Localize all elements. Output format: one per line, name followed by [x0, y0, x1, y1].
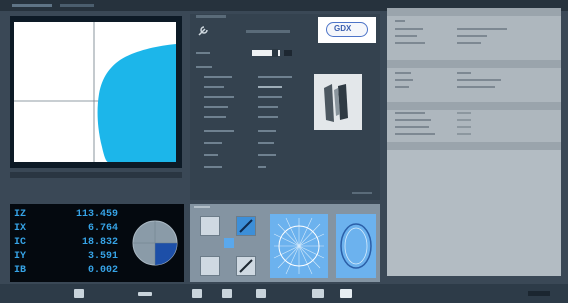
param-value-9[interactable]: [258, 166, 266, 168]
simulation-canvas[interactable]: [14, 22, 176, 162]
param-label-8: [204, 154, 218, 156]
bottom-toolbar: [0, 284, 568, 303]
tool-button-5[interactable]: [236, 256, 256, 276]
param-value-8[interactable]: [258, 154, 276, 156]
axis-value: 18.832: [81, 237, 118, 248]
tool-pattern-circle[interactable]: [336, 214, 376, 278]
section-label: [196, 66, 212, 68]
prop-label-6: [395, 86, 409, 88]
prop-empty-area: [387, 150, 561, 276]
axis-value: 6.764: [87, 223, 118, 234]
param-label-3: [204, 96, 234, 98]
tool-preview-image: [314, 74, 362, 130]
param-label-4: [204, 106, 228, 108]
brand-logo-text: GDX: [334, 24, 352, 33]
view-status-strip: [10, 172, 182, 178]
prop-label-2: [395, 35, 417, 37]
prop-label-3: [395, 42, 425, 44]
panel-title-bar: [196, 15, 226, 18]
prop-label-1: [395, 28, 423, 30]
prop-value-1[interactable]: [457, 28, 507, 30]
tool-icon[interactable]: [74, 289, 84, 298]
param-value-3[interactable]: [258, 96, 282, 98]
panel-footer-text: [352, 192, 372, 194]
axis-label: IY: [14, 251, 27, 262]
wrench-icon[interactable]: [196, 24, 210, 38]
param-value-5[interactable]: [258, 116, 278, 118]
part-profile-graphic: [14, 22, 176, 162]
brand-logo: GDX: [318, 17, 376, 43]
folder-icon[interactable]: [192, 289, 202, 298]
axis-value: 113.459: [75, 209, 118, 220]
slider-toggle[interactable]: [284, 50, 292, 56]
prop-label-10: [395, 133, 435, 135]
param-value-1[interactable]: [258, 76, 292, 78]
tool-button-2[interactable]: [236, 216, 256, 236]
properties-panel: [387, 8, 561, 276]
axis-label: IB: [14, 265, 27, 276]
axis-value: 0.002: [87, 265, 118, 276]
grid-icon[interactable]: [312, 289, 324, 298]
value-slider[interactable]: [252, 49, 280, 57]
prop-section-header-4[interactable]: [387, 142, 561, 150]
axis-readout-panel: IZ 113.459 IX 6.764 IC 18.832 IY 3.591 I…: [10, 204, 184, 282]
part-profile-shape: [97, 44, 176, 162]
param-value-6[interactable]: [258, 130, 276, 132]
simulation-view-panel: [10, 16, 182, 168]
param-label-6: [204, 130, 234, 132]
slider-label: [196, 52, 210, 54]
prop-value-5[interactable]: [457, 79, 501, 81]
prop-label-9: [395, 126, 429, 128]
slider-handle[interactable]: [272, 49, 278, 57]
parameter-panel: GDX: [190, 14, 380, 200]
prop-value-2[interactable]: [457, 35, 487, 37]
axis-label: IX: [14, 223, 27, 234]
save-icon[interactable]: [222, 289, 232, 298]
prop-section-header-3[interactable]: [387, 102, 561, 110]
tab-indicator: [12, 4, 52, 7]
tool-button-3[interactable]: [224, 238, 234, 248]
prop-section-header-1[interactable]: [387, 8, 561, 16]
prop-label-4: [395, 72, 411, 74]
param-label-2: [204, 86, 224, 88]
axis-value: 3.591: [87, 251, 118, 262]
prop-value-4[interactable]: [457, 72, 471, 74]
prop-label-7: [395, 112, 425, 114]
tool-button-1[interactable]: [200, 216, 220, 236]
prop-value-10[interactable]: [457, 133, 471, 135]
prop-value-6[interactable]: [457, 86, 495, 88]
prop-value-8[interactable]: [457, 119, 471, 121]
gauge-icon[interactable]: [138, 292, 152, 296]
prop-section-title: [395, 20, 405, 22]
prop-value-7[interactable]: [457, 112, 471, 114]
tool-name-text: [246, 30, 290, 33]
prop-value-9[interactable]: [457, 126, 471, 128]
tab-indicator-2: [60, 4, 94, 7]
param-label-9: [204, 166, 222, 168]
param-value-2[interactable]: [258, 86, 282, 88]
prop-section-header-2[interactable]: [387, 60, 561, 68]
tool-pattern-radial[interactable]: [270, 214, 328, 278]
wrench-icon[interactable]: [340, 289, 352, 298]
param-label-7: [204, 142, 222, 144]
prop-label-8: [395, 119, 431, 121]
tool-selection-panel: [190, 204, 380, 282]
prop-label-5: [395, 79, 413, 81]
tools-title: [194, 206, 210, 208]
gauge-icon: [132, 220, 178, 266]
settings-icon[interactable]: [256, 289, 266, 298]
tool-button-4[interactable]: [200, 256, 220, 276]
axis-label: IZ: [14, 209, 27, 220]
param-value-7[interactable]: [258, 142, 274, 144]
axis-label: IC: [14, 237, 27, 248]
param-value-4[interactable]: [258, 106, 278, 108]
param-label-5: [204, 116, 226, 118]
prop-value-3[interactable]: [457, 42, 481, 44]
status-indicator: [528, 291, 550, 296]
param-label-1: [204, 76, 232, 78]
